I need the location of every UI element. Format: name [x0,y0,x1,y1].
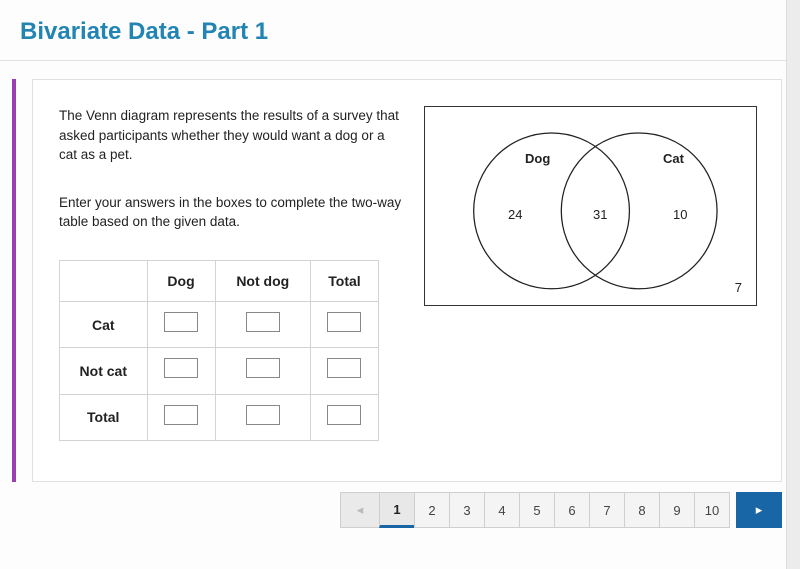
col-header-dog: Dog [147,260,215,301]
prev-button[interactable]: ◂ [340,492,380,528]
row-header-cat: Cat [60,302,148,348]
page-button-7[interactable]: 7 [589,492,625,528]
venn-both-value: 31 [593,207,607,222]
venn-right-only-value: 10 [673,207,687,222]
row-header-total: Total [60,394,148,440]
page-title: Bivariate Data - Part 1 [0,0,800,61]
content-card: The Venn diagram represents the results … [32,79,782,482]
page-button-10[interactable]: 10 [694,492,730,528]
answer-input-total-notdog[interactable] [246,405,280,425]
answer-input-notcat-dog[interactable] [164,358,198,378]
table-row: Not cat [60,348,379,394]
answer-input-total-total[interactable] [327,405,361,425]
next-button[interactable]: ▸ [736,492,782,528]
venn-diagram: Dog Cat 24 31 10 7 [424,106,757,306]
page-button-4[interactable]: 4 [484,492,520,528]
question-panel: The Venn diagram represents the results … [12,79,782,482]
table-row: Cat [60,302,379,348]
answer-input-notcat-total[interactable] [327,358,361,378]
table-corner [60,260,148,301]
question-intro: The Venn diagram represents the results … [59,106,404,165]
page-button-5[interactable]: 5 [519,492,555,528]
answer-input-notcat-notdog[interactable] [246,358,280,378]
col-header-notdog: Not dog [215,260,310,301]
scrollbar-track[interactable] [786,0,800,569]
page-button-1[interactable]: 1 [379,492,415,528]
venn-right-label: Cat [663,151,684,166]
page-button-9[interactable]: 9 [659,492,695,528]
question-text-column: The Venn diagram represents the results … [59,106,404,441]
venn-left-label: Dog [525,151,550,166]
venn-outside-value: 7 [735,280,742,295]
answer-input-cat-dog[interactable] [164,312,198,332]
page-button-8[interactable]: 8 [624,492,660,528]
venn-svg [425,107,756,305]
page-button-6[interactable]: 6 [554,492,590,528]
page-button-2[interactable]: 2 [414,492,450,528]
answer-input-cat-total[interactable] [327,312,361,332]
table-row: Total [60,394,379,440]
page-button-3[interactable]: 3 [449,492,485,528]
answer-input-cat-notdog[interactable] [246,312,280,332]
venn-left-only-value: 24 [508,207,522,222]
question-instruction: Enter your answers in the boxes to compl… [59,193,404,232]
answer-input-total-dog[interactable] [164,405,198,425]
two-way-table: Dog Not dog Total Cat Not cat [59,260,379,441]
pagination: ◂ 12345678910 ▸ [0,482,800,542]
row-header-notcat: Not cat [60,348,148,394]
col-header-total: Total [310,260,378,301]
